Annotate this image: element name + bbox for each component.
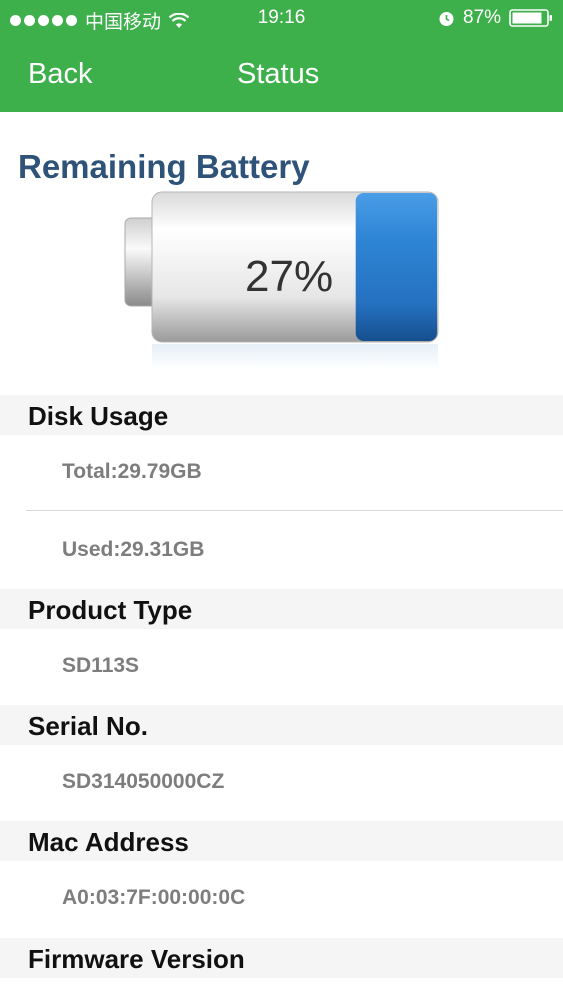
page-title: Status xyxy=(237,58,320,90)
disk-usage-label: Disk Usage xyxy=(28,401,169,431)
battery-percent-label: 87% xyxy=(462,7,501,28)
status-right: 87% xyxy=(438,7,553,29)
battery-percent: 27% xyxy=(245,252,334,301)
serial-number-header: Serial No. xyxy=(0,705,563,745)
alarm-icon xyxy=(439,11,454,26)
status-bar: 中国移动 19:16 87% xyxy=(0,0,563,36)
product-type-label: Product Type xyxy=(28,595,193,625)
back-button[interactable]: Back xyxy=(28,58,92,91)
disk-used-value: Used:29.31GB xyxy=(62,538,205,561)
serial-number-value: SD314050000CZ xyxy=(62,770,225,793)
battery-fill xyxy=(355,193,437,341)
mac-address-header: Mac Address xyxy=(0,821,563,861)
firmware-version-header: Firmware Version xyxy=(0,938,563,978)
mac-address-label: Mac Address xyxy=(28,827,189,857)
product-type-header: Product Type xyxy=(0,589,563,629)
divider xyxy=(26,510,563,511)
disk-total-value: Total:29.79GB xyxy=(62,460,202,483)
remaining-battery-title: Remaining Battery xyxy=(18,148,310,185)
serial-number-label: Serial No. xyxy=(28,711,148,741)
firmware-version-label: Firmware Version xyxy=(28,944,245,974)
mac-address-value: A0:03:7F:00:00:0C xyxy=(62,886,246,909)
product-type-value: SD113S xyxy=(62,654,140,677)
disk-usage-header: Disk Usage xyxy=(0,395,563,435)
navigation-bar: Back Status xyxy=(0,36,563,112)
battery-status-icon xyxy=(509,9,552,27)
